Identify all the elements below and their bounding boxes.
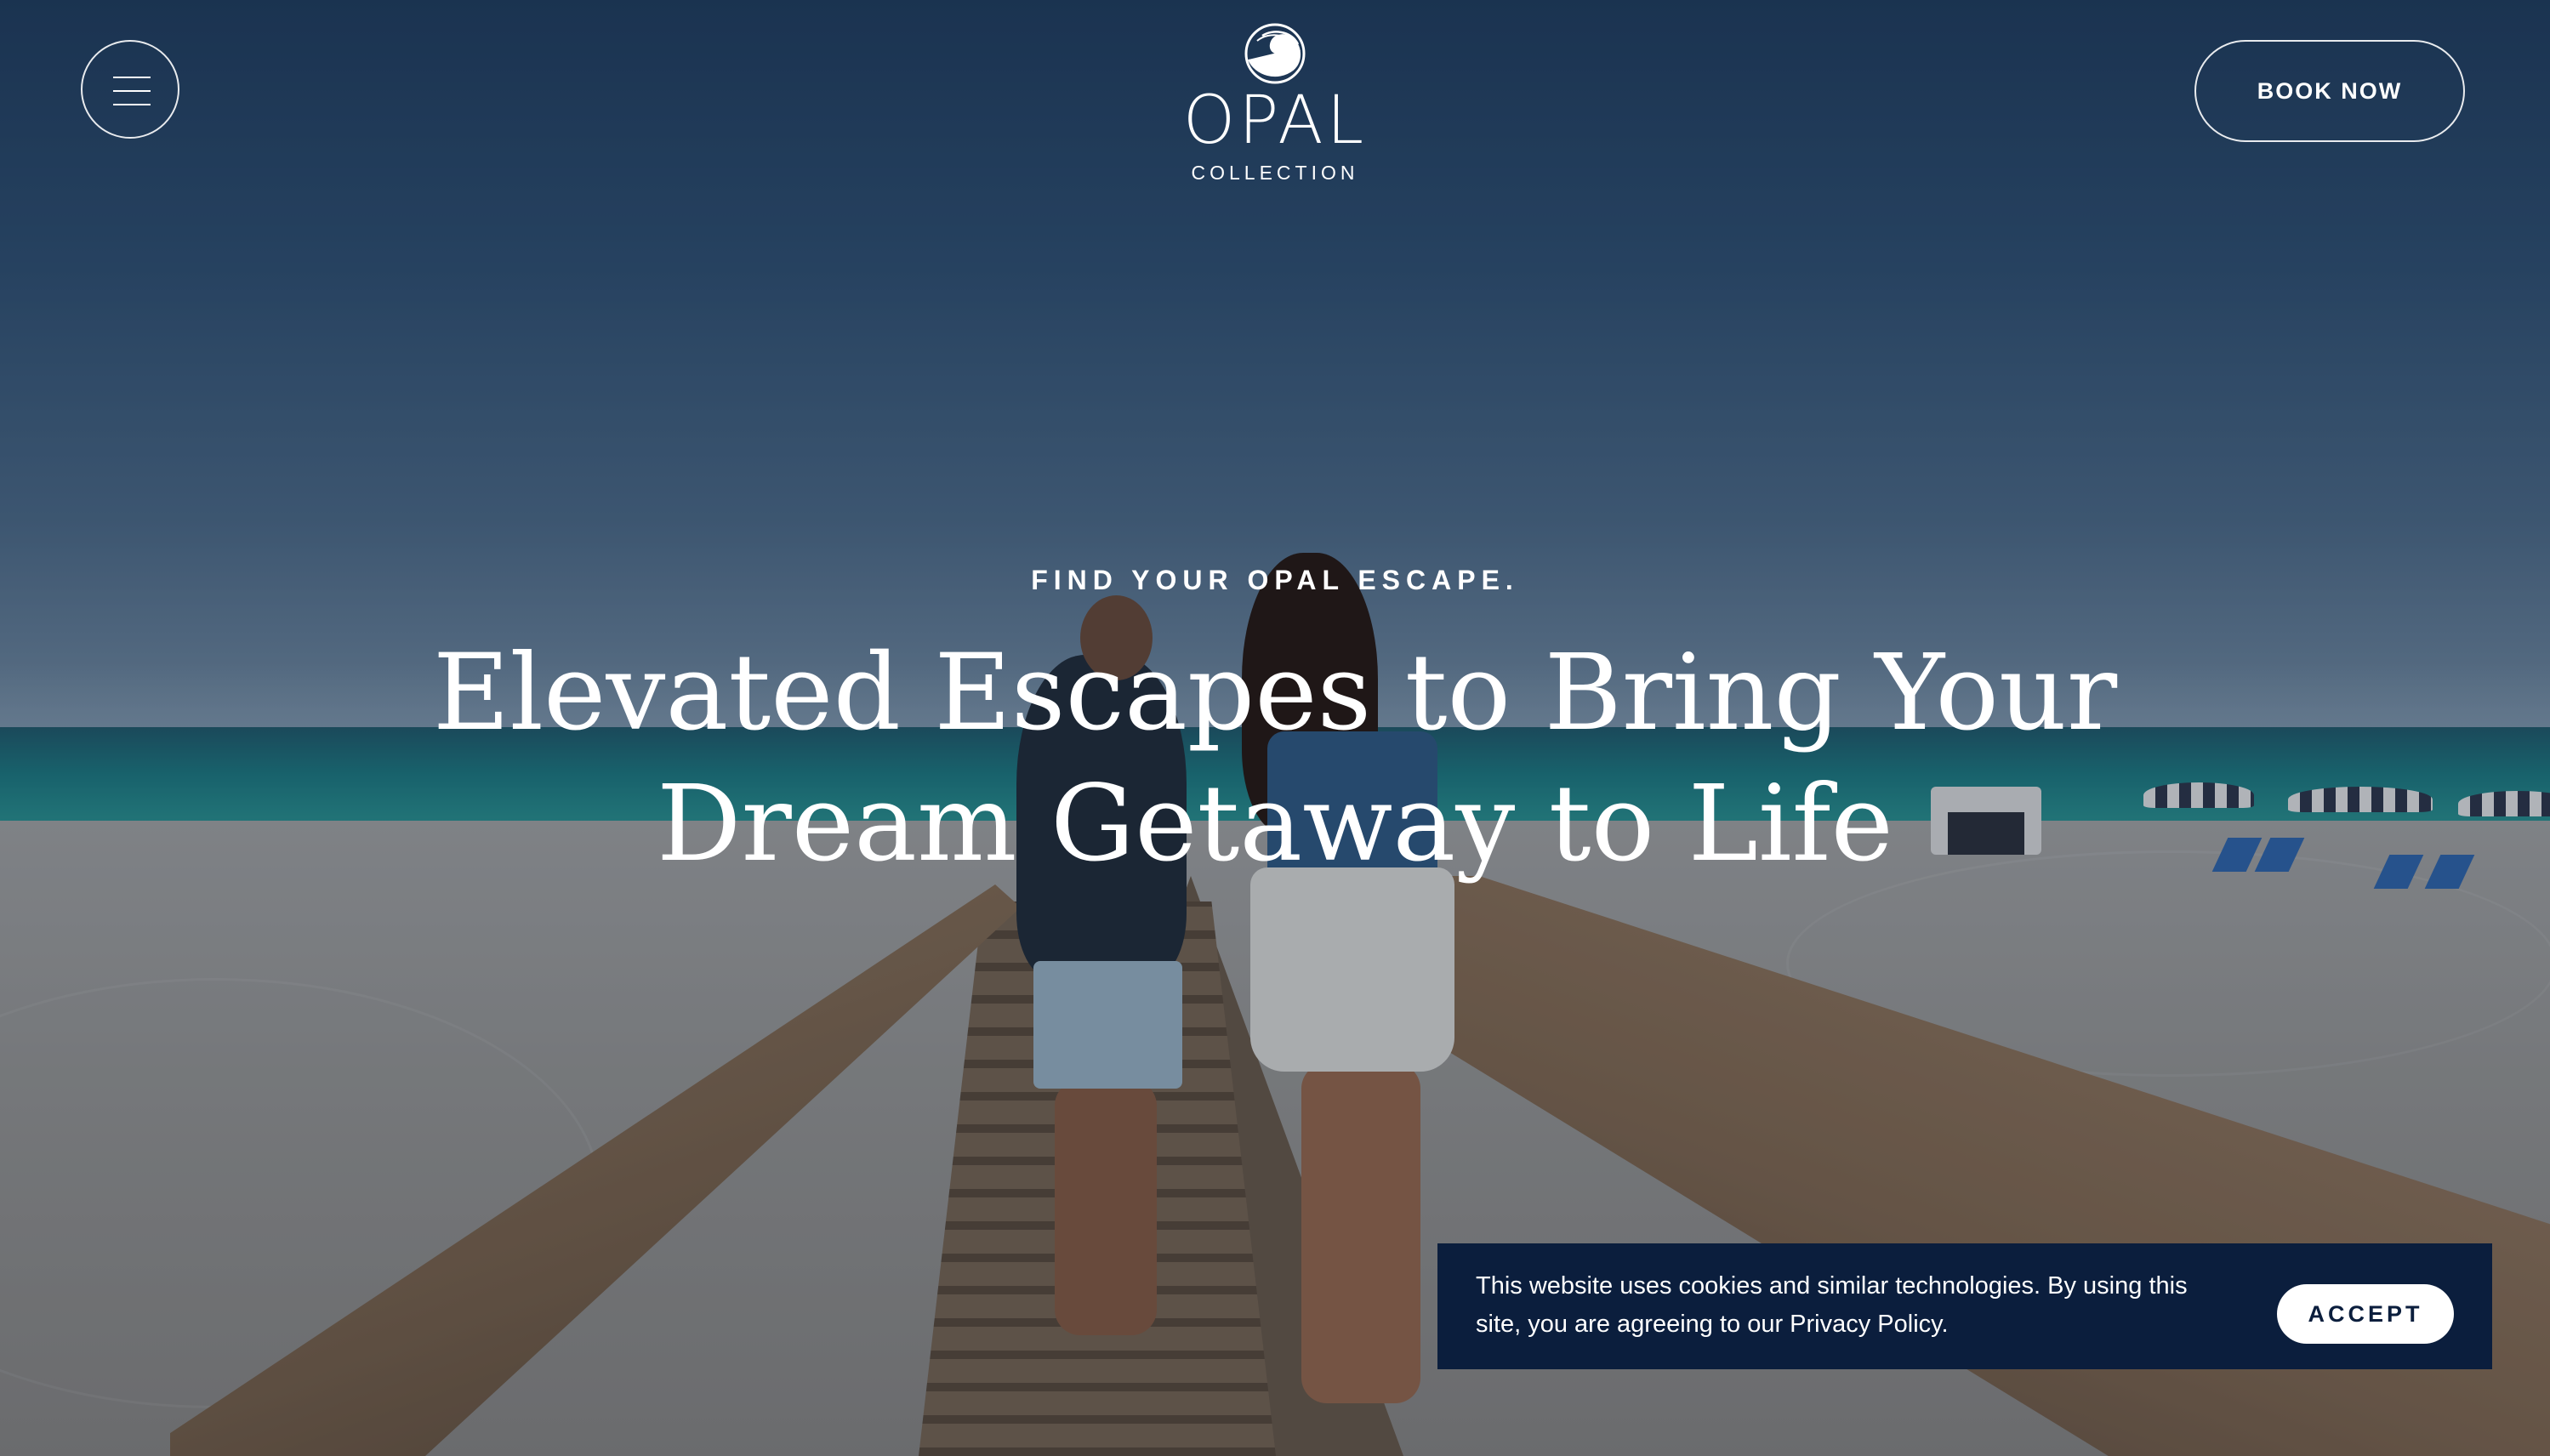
hero-headline-line-1: Elevated Escapes to Bring Your	[432, 632, 2118, 754]
menu-button[interactable]	[81, 40, 179, 139]
opal-wave-icon	[1244, 23, 1306, 84]
book-now-button[interactable]: BOOK NOW	[2194, 40, 2465, 142]
hero-eyebrow: FIND YOUR OPAL ESCAPE.	[1031, 565, 1519, 595]
hero-headline-line-2: Dream Getaway to Life	[657, 763, 1893, 885]
opal-collection-logo[interactable]: OPAL COLLECTION	[1165, 22, 1385, 201]
hero-headline: Elevated Escapes to Bring Your Dream Get…	[340, 628, 2210, 890]
hero-section: OPAL COLLECTION BOOK NOW FIND YOUR OPAL …	[0, 0, 2550, 1456]
logo-subtitle: COLLECTION	[1191, 162, 1359, 184]
cookie-banner: This website uses cookies and similar te…	[1437, 1243, 2492, 1369]
menu-bar	[113, 90, 151, 92]
menu-bar	[113, 104, 151, 105]
accept-cookies-button[interactable]: ACCEPT	[2277, 1284, 2454, 1344]
menu-bar	[113, 77, 151, 78]
logo-wordmark: OPAL	[1182, 82, 1368, 159]
cookie-message: This website uses cookies and similar te…	[1476, 1272, 2188, 1338]
